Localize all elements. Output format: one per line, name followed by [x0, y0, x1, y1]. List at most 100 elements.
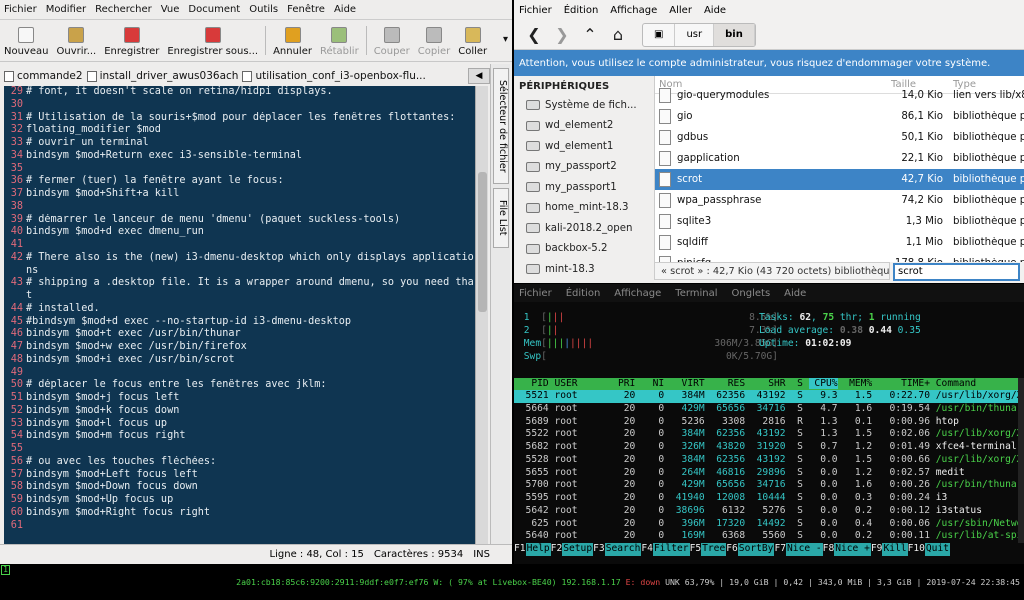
tab-0[interactable]: commande2	[4, 70, 83, 82]
column-header-cpu[interactable]: CPU%	[808, 378, 838, 389]
toolbar-button-5[interactable]: Rétablir	[316, 20, 363, 61]
fm-menu-item-4[interactable]: Aide	[704, 5, 726, 16]
terminal-menu-item-3[interactable]: Terminal	[675, 288, 717, 299]
tab-1[interactable]: install_driver_awus036ach	[86, 70, 238, 82]
toolbar-button-6[interactable]: Couper	[370, 20, 414, 61]
up-arrow-icon[interactable]: ⌃	[576, 25, 604, 44]
place-item[interactable]: kali-2018.2_open	[514, 218, 654, 239]
process-table-header[interactable]: PID USER PRI NI VIRT RES SHR S CPU% MEM%…	[514, 378, 1024, 390]
place-item[interactable]: home_mint-18.3	[514, 198, 654, 219]
file-row[interactable]: wpa_passphrase 74,2 Kio bibliothèque parta…	[655, 190, 1024, 211]
place-item[interactable]: my_passport2	[514, 157, 654, 178]
tab-2[interactable]: utilisation_conf_i3-openbox-flu...	[242, 70, 426, 82]
file-row[interactable]: gapplication 22,1 Kio bibliothèque partagé…	[655, 148, 1024, 169]
function-key-f9[interactable]: F9 Kill	[871, 543, 908, 556]
file-row[interactable]: sqldiff 1,1 Mio bibliothèque partagée	[655, 232, 1024, 253]
column-header-shr[interactable]: SHR	[751, 378, 785, 389]
process-row[interactable]: 5642 root 20 0 38696 6132 5276 S 0.0 0.2…	[514, 505, 1024, 518]
column-size[interactable]: Taille	[891, 79, 949, 90]
menu-item-4[interactable]: Document	[188, 4, 240, 15]
place-item[interactable]: backbox-5.2	[514, 239, 654, 260]
process-row[interactable]: 5682 root 20 0 326M 43820 31920 S 0.7 1.…	[514, 441, 1024, 454]
process-row[interactable]: 5640 root 20 0 169M 6368 5560 S 0.0 0.2 …	[514, 530, 1024, 543]
toolbar-button-4[interactable]: Annuler	[269, 20, 316, 61]
fm-menu-item-0[interactable]: Fichier	[519, 5, 552, 16]
function-key-f8[interactable]: F8 Nice +	[823, 543, 871, 556]
tab-file-selector[interactable]: Sélecteur de fichier	[493, 68, 509, 184]
column-header-time[interactable]: TIME+	[878, 378, 930, 389]
toolbar-button-0[interactable]: Nouveau	[0, 20, 52, 61]
toolbar-button-1[interactable]: Ouvrir...	[52, 20, 100, 61]
function-key-f6[interactable]: F6 SortBy	[726, 543, 775, 556]
tab-file-list[interactable]: File List	[493, 188, 509, 248]
terminal-menu-item-2[interactable]: Affichage	[614, 288, 661, 299]
search-input[interactable]: scrot	[893, 263, 1020, 281]
column-header-res[interactable]: RES	[710, 378, 745, 389]
tabs-scroll-icon[interactable]: ◀	[468, 68, 490, 84]
function-key-f4[interactable]: F4 Filter	[641, 543, 690, 556]
function-key-f5[interactable]: F5 Tree	[690, 543, 727, 556]
function-key-f7[interactable]: F7 Nice -	[774, 543, 823, 556]
menu-item-3[interactable]: Vue	[161, 4, 180, 15]
column-type[interactable]: Type	[949, 79, 1024, 90]
code-editor[interactable]: 29 # font, it doesn't scale on retina/hid…	[4, 86, 475, 544]
terminal-menu-item-0[interactable]: Fichier	[519, 288, 552, 299]
process-row[interactable]: 5528 root 20 0 384M 62356 43192 S 0.0 1.…	[514, 454, 1024, 467]
process-row[interactable]: 5655 root 20 0 264M 46816 29896 S 0.0 1.…	[514, 467, 1024, 480]
menu-item-7[interactable]: Aide	[334, 4, 356, 15]
column-header-s[interactable]: S	[791, 378, 803, 389]
file-row[interactable]: gio 86,1 Kio bibliothèque partagée	[655, 106, 1024, 127]
process-row[interactable]: 5700 root 20 0 429M 65656 34716 S 0.0 1.…	[514, 479, 1024, 492]
fm-menu-item-3[interactable]: Aller	[669, 5, 692, 16]
column-header-mem[interactable]: MEM%	[843, 378, 872, 389]
fm-menu-item-2[interactable]: Affichage	[610, 5, 657, 16]
function-key-f1[interactable]: F1 Help	[514, 543, 551, 556]
process-row[interactable]: 5595 root 20 0 41940 12008 10444 S 0.0 0…	[514, 492, 1024, 505]
place-item[interactable]: wd_element2	[514, 116, 654, 137]
menu-item-6[interactable]: Fenêtre	[287, 4, 325, 15]
file-row[interactable]: sqlite3 1,3 Mio bibliothèque partagée	[655, 211, 1024, 232]
function-key-f3[interactable]: F3 Search	[593, 543, 642, 556]
forward-arrow-icon[interactable]: ❯	[548, 25, 576, 44]
column-header-ni[interactable]: NI	[641, 378, 665, 389]
editor-scrollbar[interactable]	[475, 86, 488, 544]
terminal-menu-item-1[interactable]: Édition	[566, 288, 601, 299]
process-row[interactable]: 625 root 20 0 396M 17320 14492 S 0.0 0.4…	[514, 518, 1024, 531]
function-key-f10[interactable]: F10 Quit	[908, 543, 950, 556]
process-row[interactable]: 5689 root 20 0 5236 3308 2816 R 1.3 0.1 …	[514, 416, 1024, 429]
process-row[interactable]: 5664 root 20 0 429M 65656 34716 S 4.7 1.…	[514, 403, 1024, 416]
terminal-scrollbar[interactable]	[1018, 378, 1024, 543]
column-header-pid[interactable]: PID	[514, 378, 548, 389]
menu-item-1[interactable]: Modifier	[46, 4, 86, 15]
toolbar-overflow-icon[interactable]: ▾	[499, 20, 512, 61]
column-header-virt[interactable]: VIRT	[670, 378, 705, 389]
fm-menu-item-1[interactable]: Édition	[564, 5, 599, 16]
place-item[interactable]: my_passport1	[514, 177, 654, 198]
menu-item-0[interactable]: Fichier	[4, 4, 37, 15]
toolbar-button-2[interactable]: Enregistrer	[100, 20, 163, 61]
back-arrow-icon[interactable]: ❮	[520, 25, 548, 44]
toolbar-button-3[interactable]: Enregistrer sous...	[163, 20, 262, 61]
menu-item-5[interactable]: Outils	[249, 4, 278, 15]
toolbar-button-8[interactable]: Coller	[454, 20, 491, 61]
terminal-menu-item-4[interactable]: Onglets	[732, 288, 771, 299]
function-key-f2[interactable]: F2 Setup	[551, 543, 594, 556]
process-row[interactable]: 5521 root 20 0 384M 62356 43192 S 9.3 1.…	[514, 390, 1024, 403]
path-edit-icon[interactable]: ▣	[643, 23, 676, 46]
place-item[interactable]: Système de fich...	[514, 95, 654, 116]
place-item[interactable]: wd_element1	[514, 136, 654, 157]
column-header-command[interactable]: Command	[936, 378, 1024, 389]
workspace-button[interactable]: 1	[1, 565, 10, 575]
scrollbar-thumb[interactable]	[478, 172, 487, 312]
file-row[interactable]: scrot 42,7 Kio bibliothèque partagée	[655, 169, 1024, 190]
column-header-pri[interactable]: PRI	[589, 378, 635, 389]
place-item[interactable]: mint-18.3	[514, 259, 654, 280]
home-icon[interactable]: ⌂	[604, 25, 632, 44]
toolbar-button-7[interactable]: Copier	[414, 20, 455, 61]
breadcrumb-usr[interactable]: usr	[675, 23, 715, 46]
file-row[interactable]: gdbus 50,1 Kio bibliothèque partagée	[655, 127, 1024, 148]
breadcrumb-bin[interactable]: bin	[714, 23, 755, 46]
menu-item-2[interactable]: Rechercher	[95, 4, 152, 15]
file-row[interactable]: pinicfg178,8 Kiobibliothèque partagée	[655, 253, 1024, 262]
column-header-user[interactable]: USER	[554, 378, 583, 389]
